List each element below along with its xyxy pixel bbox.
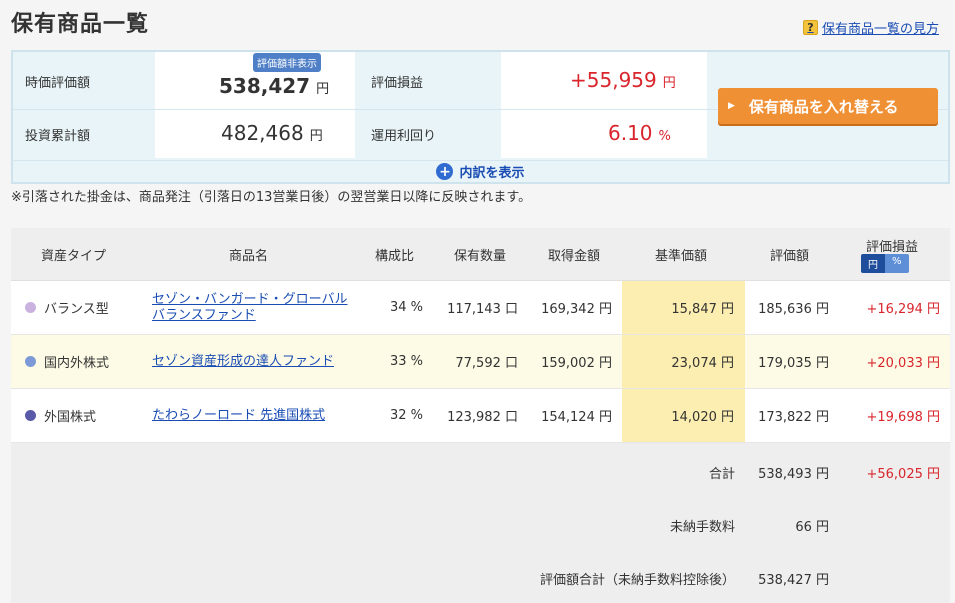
- show-breakdown-toggle[interactable]: + 内訳を表示: [13, 160, 948, 182]
- th-base-price: 基準価額: [655, 249, 708, 264]
- invested-amount: 482,468: [221, 121, 304, 145]
- yield-value: 6.10%: [608, 121, 671, 145]
- yield-label: 運用利回り: [371, 129, 437, 144]
- product-link[interactable]: セゾン・バンガード・グローバル: [152, 292, 348, 308]
- help-icon: ?: [802, 20, 818, 35]
- asset-color-dot: [25, 356, 36, 367]
- ratio-cell: 32 %: [389, 408, 423, 423]
- asset-color-dot: [25, 302, 36, 313]
- table-footer: 合計 538,493 円 +56,025 円 未納手数料 66 円 評価額合計（…: [11, 443, 950, 603]
- yield-amount: 6.10: [608, 121, 653, 145]
- replace-holdings-label: 保有商品を入れ替える: [748, 97, 899, 116]
- th-holdings: 保有数量: [454, 249, 507, 264]
- total-label: 合計: [708, 467, 735, 482]
- gain-unit-yen-button[interactable]: 円: [861, 254, 885, 273]
- holdings-cell: 77,592 口: [455, 356, 518, 371]
- net-total-label: 評価額合計（未納手数料控除後）: [539, 573, 735, 588]
- market-value-amount: 538,427: [219, 74, 311, 98]
- gain-label: 評価損益: [371, 76, 424, 91]
- table-header: 資産タイプ 商品名 構成比 保有数量 取得金額 基準価額 評価額 評価損益 円 …: [11, 228, 950, 281]
- base-price-cell: 14,020 円: [671, 410, 734, 425]
- th-ratio: 構成比: [375, 249, 415, 264]
- product-link-line2[interactable]: バランスファンド: [152, 308, 256, 324]
- ratio-cell: 34 %: [389, 300, 423, 315]
- th-gain: 評価損益: [866, 240, 919, 255]
- page-title: 保有商品一覧: [11, 12, 150, 37]
- table-row: バランス型 セゾン・バンガード・グローバル バランスファンド 34 % 117,…: [11, 281, 950, 335]
- invested-value: 482,468 円: [221, 121, 323, 145]
- base-price-cell: 15,847 円: [671, 302, 734, 317]
- product-cell: セゾン・バンガード・グローバル バランスファンド: [152, 281, 348, 334]
- table-row: 国内外株式 セゾン資産形成の達人ファンド 33 % 77,592 口 159,0…: [11, 335, 950, 389]
- show-breakdown-label: 内訳を表示: [459, 166, 525, 181]
- total-gain: +56,025 円: [866, 467, 940, 482]
- help-link[interactable]: ? 保有商品一覧の見方: [802, 18, 939, 37]
- yield-unit: %: [658, 129, 671, 144]
- summary-panel: 時価評価額 評価額非表示 538,427 円 投資累計額 482,468 円 評価損…: [11, 50, 950, 184]
- valuation-cell: 185,636 円: [758, 302, 829, 317]
- gain-amount: +55,959: [570, 68, 657, 92]
- help-link-label[interactable]: 保有商品一覧の見方: [822, 18, 939, 37]
- deposit-note: ※引落された掛金は、商品発注（引落日の13営業日後）の翌営業日以降に反映されます…: [11, 190, 532, 205]
- holdings-cell: 123,982 口: [447, 410, 518, 425]
- replace-holdings-button[interactable]: ▶ 保有商品を入れ替える: [718, 88, 938, 124]
- table-row: 外国株式 たわらノーロード 先進国株式 32 % 123,982 口 154,1…: [11, 389, 950, 443]
- ratio-cell: 33 %: [389, 354, 423, 369]
- asset-type-label: 外国株式: [44, 410, 97, 425]
- gain-unit: 円: [662, 76, 676, 91]
- gain-unit-percent-button[interactable]: %: [885, 254, 909, 273]
- market-value-label: 時価評価額: [25, 76, 91, 91]
- total-value: 538,493 円: [758, 467, 829, 482]
- holdings-table: 資産タイプ 商品名 構成比 保有数量 取得金額 基準価額 評価額 評価損益 円 …: [11, 228, 950, 603]
- th-cost: 取得金額: [548, 249, 601, 264]
- cost-cell: 169,342 円: [541, 302, 612, 317]
- valuation-cell: 173,822 円: [758, 410, 829, 425]
- cost-cell: 159,002 円: [541, 356, 612, 371]
- market-value: 538,427 円: [219, 74, 329, 98]
- th-product: 商品名: [229, 249, 269, 264]
- market-value-unit: 円: [316, 82, 330, 97]
- product-cell: たわらノーロード 先進国株式: [152, 389, 325, 442]
- asset-type-cell: 外国株式: [25, 389, 96, 442]
- unpaid-fee-value: 66 円: [795, 520, 829, 535]
- asset-type-cell: バランス型: [25, 281, 109, 334]
- holdings-cell: 117,143 口: [447, 302, 518, 317]
- th-asset-type: 資産タイプ: [41, 249, 107, 264]
- unpaid-fee-label: 未納手数料: [669, 520, 735, 535]
- product-link[interactable]: たわらノーロード 先進国株式: [152, 408, 325, 424]
- asset-color-dot: [25, 410, 36, 421]
- cost-cell: 154,124 円: [541, 410, 612, 425]
- hide-valuation-badge[interactable]: 評価額非表示: [253, 53, 321, 72]
- valuation-cell: 179,035 円: [758, 356, 829, 371]
- product-link[interactable]: セゾン資産形成の達人ファンド: [152, 354, 334, 370]
- gain-cell: +16,294 円: [866, 302, 940, 317]
- base-price-cell: 23,074 円: [671, 356, 734, 371]
- th-valuation: 評価額: [770, 249, 810, 264]
- plus-circle-icon: +: [436, 163, 454, 180]
- net-total-value: 538,427 円: [758, 573, 829, 588]
- asset-type-cell: 国内外株式: [25, 335, 109, 388]
- arrow-right-icon: ▶: [728, 101, 735, 111]
- gain-cell: +19,698 円: [866, 410, 940, 425]
- product-cell: セゾン資産形成の達人ファンド: [152, 335, 334, 388]
- gain-value: +55,959 円: [570, 68, 676, 92]
- gain-unit-toggle: 円 %: [861, 254, 909, 273]
- asset-type-label: 国内外株式: [44, 356, 110, 371]
- invested-unit: 円: [309, 129, 323, 144]
- asset-type-label: バランス型: [44, 302, 109, 317]
- invested-label: 投資累計額: [25, 129, 91, 144]
- gain-cell: +20,033 円: [866, 356, 940, 371]
